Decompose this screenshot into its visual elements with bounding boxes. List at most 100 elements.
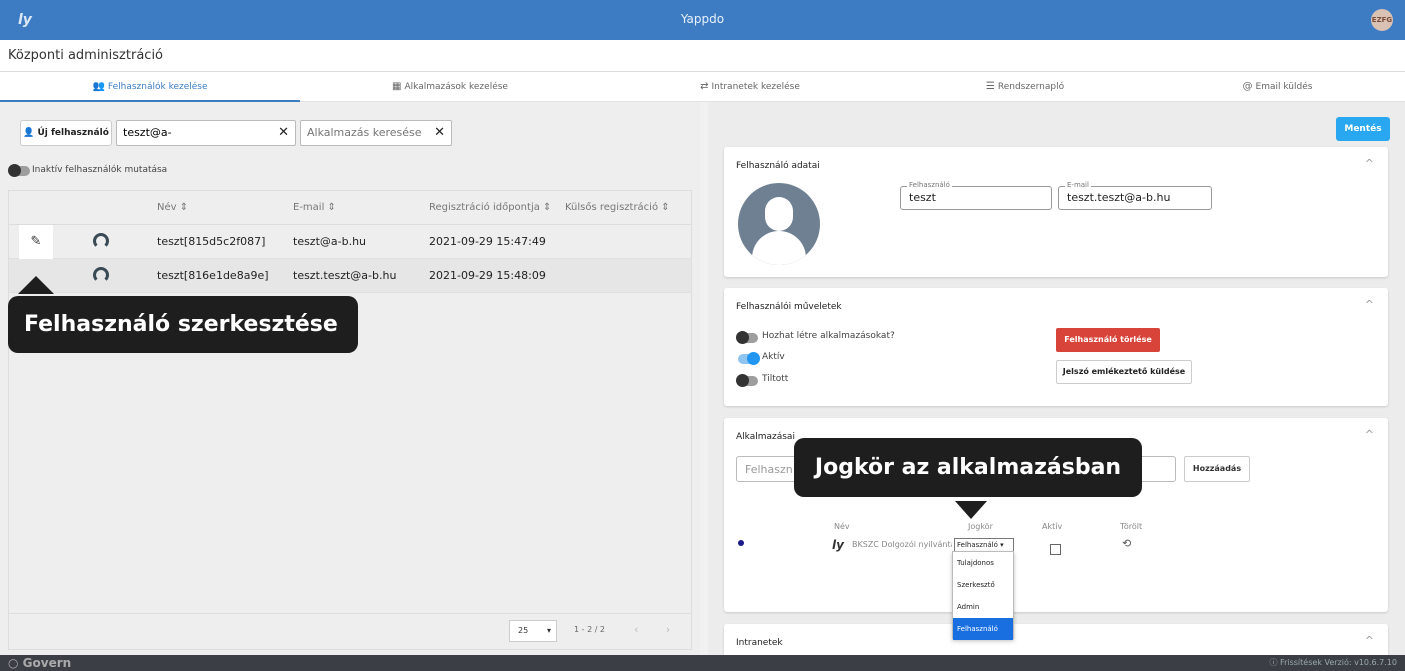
callout-pointer [955,501,987,519]
col-external[interactable]: Külsős regisztráció ⇕ [565,202,670,213]
app-title: Yappdo [680,12,725,26]
send-password-reminder-button[interactable]: Jelszó emlékeztető küldése [1056,360,1192,384]
page-size-value: 25 [518,626,529,635]
row-name: teszt[816e1de8a9e] [157,269,269,282]
role-option[interactable]: Admin [953,596,1013,618]
edit-user-callout: Felhasználó szerkesztése [8,296,358,353]
app-active-checkbox[interactable] [1050,544,1061,555]
user-list-panel: 👤 Új felhasználó ✕ ✕ Inaktív felhasználó… [0,102,700,655]
col-registration[interactable]: Regisztráció időpontja ⇕ [429,202,551,213]
role-dropdown: Tulajdonos Szerkesztő Admin Felhasználó [952,551,1014,640]
status-dot [738,540,744,546]
col-deleted: Törölt [1120,522,1143,531]
app-logo-icon: ly [832,538,844,552]
email-legend: E-mail [1065,181,1091,189]
page-header: Központi adminisztráció [0,40,1405,72]
user-search-input[interactable] [123,126,273,139]
version-info[interactable]: ⓘ Frissítések Verzió: v10.6.7.10 [1270,655,1397,671]
email-value: teszt.teszt@a-b.hu [1067,191,1171,204]
tab-system-log[interactable]: ☰ Rendszernapló [900,72,1150,102]
can-create-apps-label: Hozhat létre alkalmazásokat? [762,331,895,341]
banned-label: Tiltott [762,374,789,384]
role-option[interactable]: Szerkesztő [953,574,1013,596]
table-row[interactable]: teszt[816e1de8a9e] teszt.teszt@a-b.hu 20… [9,259,691,293]
banned-toggle[interactable] [736,374,758,387]
app-name: BKSZC Dolgozói nyilvántartás [852,540,952,549]
username-field[interactable]: Felhasználó teszt [900,181,1052,210]
row-date: 2021-09-29 15:47:49 [429,235,546,248]
avatar[interactable]: EZFG [1371,9,1393,31]
col-email[interactable]: E-mail ⇕ [293,202,336,213]
footer: ○ Govern ⓘ Frissítések Verzió: v10.6.7.1… [0,655,1405,671]
user-data-card: Felhasználó adatai ^ Felhasználó teszt E… [724,147,1388,277]
tab-users[interactable]: 👥 Felhasználók kezelése [0,72,300,102]
new-user-button[interactable]: 👤 Új felhasználó [20,120,112,146]
inactive-users-label: Inaktív felhasználók mutatása [32,165,168,175]
tab-intranets[interactable]: ⇄ Intranetek kezelése [600,72,900,102]
role-option[interactable]: Tulajdonos [953,552,1013,574]
table-row[interactable]: ✎ teszt[815d5c2f087] teszt@a-b.hu 2021-0… [9,225,691,259]
page-size-select[interactable]: 25 ▾ [509,620,557,642]
user-search-field[interactable]: ✕ [116,120,296,146]
history-icon[interactable]: ⟲ [1122,537,1131,550]
role-option[interactable]: Felhasználó [953,618,1013,640]
inactive-users-toggle[interactable] [8,164,30,177]
tab-bar: 👥 Felhasználók kezelése ▦ Alkalmazások kez… [0,72,1405,102]
user-ops-card: Felhasználói műveletek ^ Hozhat létre al… [724,288,1388,406]
users-icon: 👥 [92,81,105,92]
profile-avatar-icon [738,183,820,265]
row-name: teszt[815d5c2f087] [157,235,266,248]
app-role-callout: Jogkör az alkalmazásban [794,438,1142,497]
card-title: Intranetek [736,638,783,648]
page-title: Központi adminisztráció [8,48,164,63]
add-user-icon: 👤 [23,128,38,138]
chevron-down-icon: ▾ [546,626,551,635]
can-create-apps-toggle[interactable] [736,331,758,344]
save-button[interactable]: Mentés [1336,117,1390,141]
app-user-placeholder: Felhaszn [745,463,793,476]
user-icon [93,233,109,249]
page-nav-arrows[interactable]: ‹ › [634,623,682,636]
clear-icon[interactable]: ✕ [434,125,445,140]
active-toggle[interactable] [738,352,760,365]
footer-brand: ○ Govern [8,656,72,670]
clear-icon[interactable]: ✕ [278,125,289,140]
card-title: Alkalmazásai [736,432,795,442]
role-select[interactable]: Felhasználó ▾ [954,538,1014,552]
callout-pointer [18,276,54,294]
delete-user-button[interactable]: Felhasználó törlése [1056,328,1160,352]
app-search-field[interactable]: ✕ [300,120,452,146]
add-button[interactable]: Hozzáadás [1184,456,1250,482]
network-icon: ⇄ [700,81,709,92]
chevron-up-icon[interactable]: ^ [1365,634,1374,647]
intranets-card: Intranetek ^ [724,624,1388,655]
col-role: Jogkör [968,522,993,531]
chevron-up-icon[interactable]: ^ [1365,157,1374,170]
chevron-up-icon[interactable]: ^ [1365,298,1374,311]
col-active: Aktív [1042,522,1063,531]
email-field[interactable]: E-mail teszt.teszt@a-b.hu [1058,181,1212,210]
tab-email[interactable]: @ Email küldés [1150,72,1405,102]
table-header: Név ⇕ E-mail ⇕ Regisztráció időpontja ⇕ … [9,191,691,225]
top-bar: ly Yappdo EZFG [0,0,1405,40]
edit-icon[interactable]: ✎ [19,225,53,259]
tab-label: Felhasználók kezelése [107,82,208,92]
username-value: teszt [909,191,936,204]
pagination: 25 ▾ 1 - 2 / 2 ‹ › [9,613,691,649]
card-title: Felhasználó adatai [736,161,820,171]
tab-label: Alkalmazások kezelése [404,82,508,92]
tab-label: Intranetek kezelése [711,82,800,92]
app-search-input[interactable] [307,126,427,139]
tab-label: Email küldés [1255,82,1313,92]
col-name: Név [834,522,850,531]
user-table: Név ⇕ E-mail ⇕ Regisztráció időpontja ⇕ … [8,190,692,650]
tab-label: Rendszernapló [997,82,1065,92]
col-name[interactable]: Név ⇕ [157,202,188,213]
row-email: teszt.teszt@a-b.hu [293,269,397,282]
new-user-label: Új felhasználó [37,128,109,138]
chevron-up-icon[interactable]: ^ [1365,428,1374,441]
at-icon: @ [1242,81,1253,92]
row-date: 2021-09-29 15:48:09 [429,269,546,282]
tab-apps[interactable]: ▦ Alkalmazások kezelése [300,72,600,102]
card-title: Felhasználói műveletek [736,302,842,312]
